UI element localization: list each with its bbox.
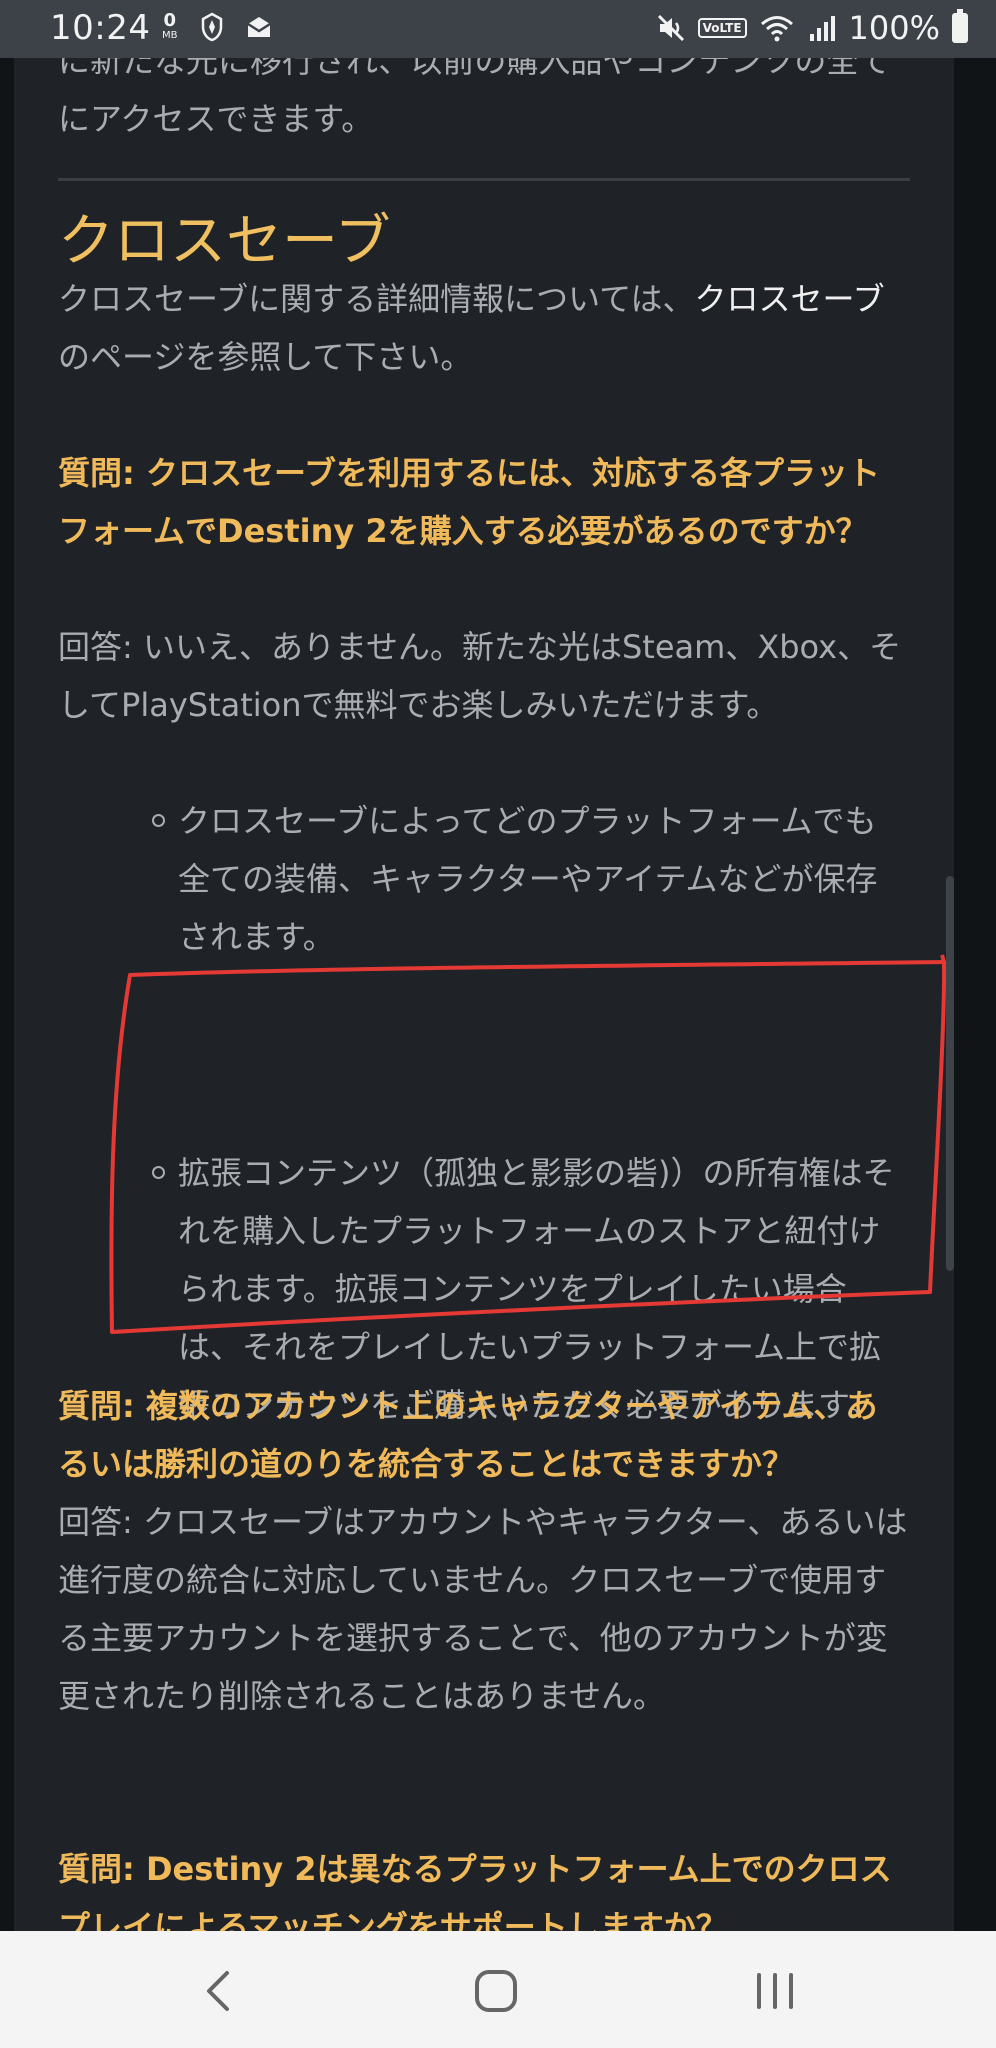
system-icons: VoLTE 100%	[656, 9, 968, 47]
question-1: 質問: クロスセーブを利用するには、対応する各プラットフォームでDestiny …	[58, 454, 881, 550]
bullet-circle-icon	[152, 1166, 165, 1179]
section-title: クロスセーブ	[58, 209, 391, 274]
answer-2: 回答: クロスセーブはアカウントやキャラクター、あるいは進行度の統合に対応してい…	[58, 1503, 908, 1715]
list-item: クロスセーブによってどのプラットフォームでも全ての装備、キャラクターやアイテムな…	[58, 792, 996, 966]
volte-icon: VoLTE	[697, 18, 747, 38]
status-bar: 10:24 0 MB VoLTE 100%	[0, 0, 996, 58]
section-divider	[58, 178, 910, 181]
answer-1: 回答: いいえ、ありません。新たな光はSteam、Xbox、そしてPlaySta…	[58, 628, 902, 724]
recents-icon[interactable]	[745, 1961, 805, 2021]
data-counter-icon: 0 MB	[162, 10, 178, 42]
wifi-icon	[760, 16, 793, 42]
intro-paragraph: クロスセーブに関する詳細情報については、クロスセーブのページを参照して下さい。	[58, 280, 885, 376]
navigation-bar	[0, 1931, 996, 2048]
mute-icon	[657, 14, 684, 42]
home-icon[interactable]	[466, 1961, 526, 2021]
mail-icon	[246, 17, 271, 37]
bullet-circle-icon	[152, 814, 165, 827]
notification-icons: 0 MB	[162, 12, 272, 42]
status-time: 10:24	[50, 8, 151, 48]
shield-icon	[201, 12, 222, 42]
back-icon[interactable]	[189, 1961, 249, 2021]
crosssave-link[interactable]: クロスセーブ	[694, 280, 884, 318]
battery-percent: 100%	[848, 9, 940, 47]
battery-icon	[952, 9, 968, 43]
question-2: 質問: 複数のアカウント上のキャラクターやアイテム、あるいは勝利の道のりを統合す…	[58, 1387, 878, 1483]
signal-icon	[809, 16, 835, 41]
